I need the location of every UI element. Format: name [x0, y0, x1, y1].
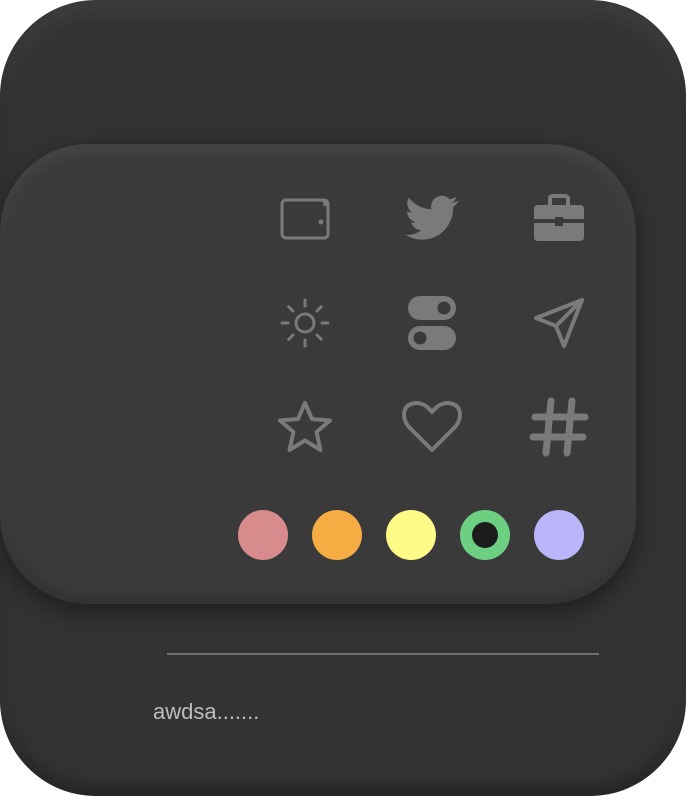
divider — [167, 653, 599, 655]
color-swatch-green[interactable] — [460, 510, 510, 560]
color-swatch-yellow[interactable] — [386, 510, 436, 560]
send-icon[interactable] — [527, 291, 591, 355]
note-text[interactable]: awdsa....... — [153, 699, 259, 725]
wallet-icon[interactable] — [273, 186, 337, 250]
toggle-icon[interactable] — [400, 291, 464, 355]
color-swatch-red[interactable] — [238, 510, 288, 560]
customization-panel — [0, 144, 636, 604]
color-swatch-orange[interactable] — [312, 510, 362, 560]
color-swatch-purple[interactable] — [534, 510, 584, 560]
note-card: awdsa....... — [0, 0, 686, 796]
hashtag-icon[interactable] — [527, 395, 591, 459]
heart-icon[interactable] — [400, 395, 464, 459]
twitter-icon[interactable] — [400, 186, 464, 250]
briefcase-icon[interactable] — [527, 186, 591, 250]
sun-icon[interactable] — [273, 291, 337, 355]
star-icon[interactable] — [273, 395, 337, 459]
